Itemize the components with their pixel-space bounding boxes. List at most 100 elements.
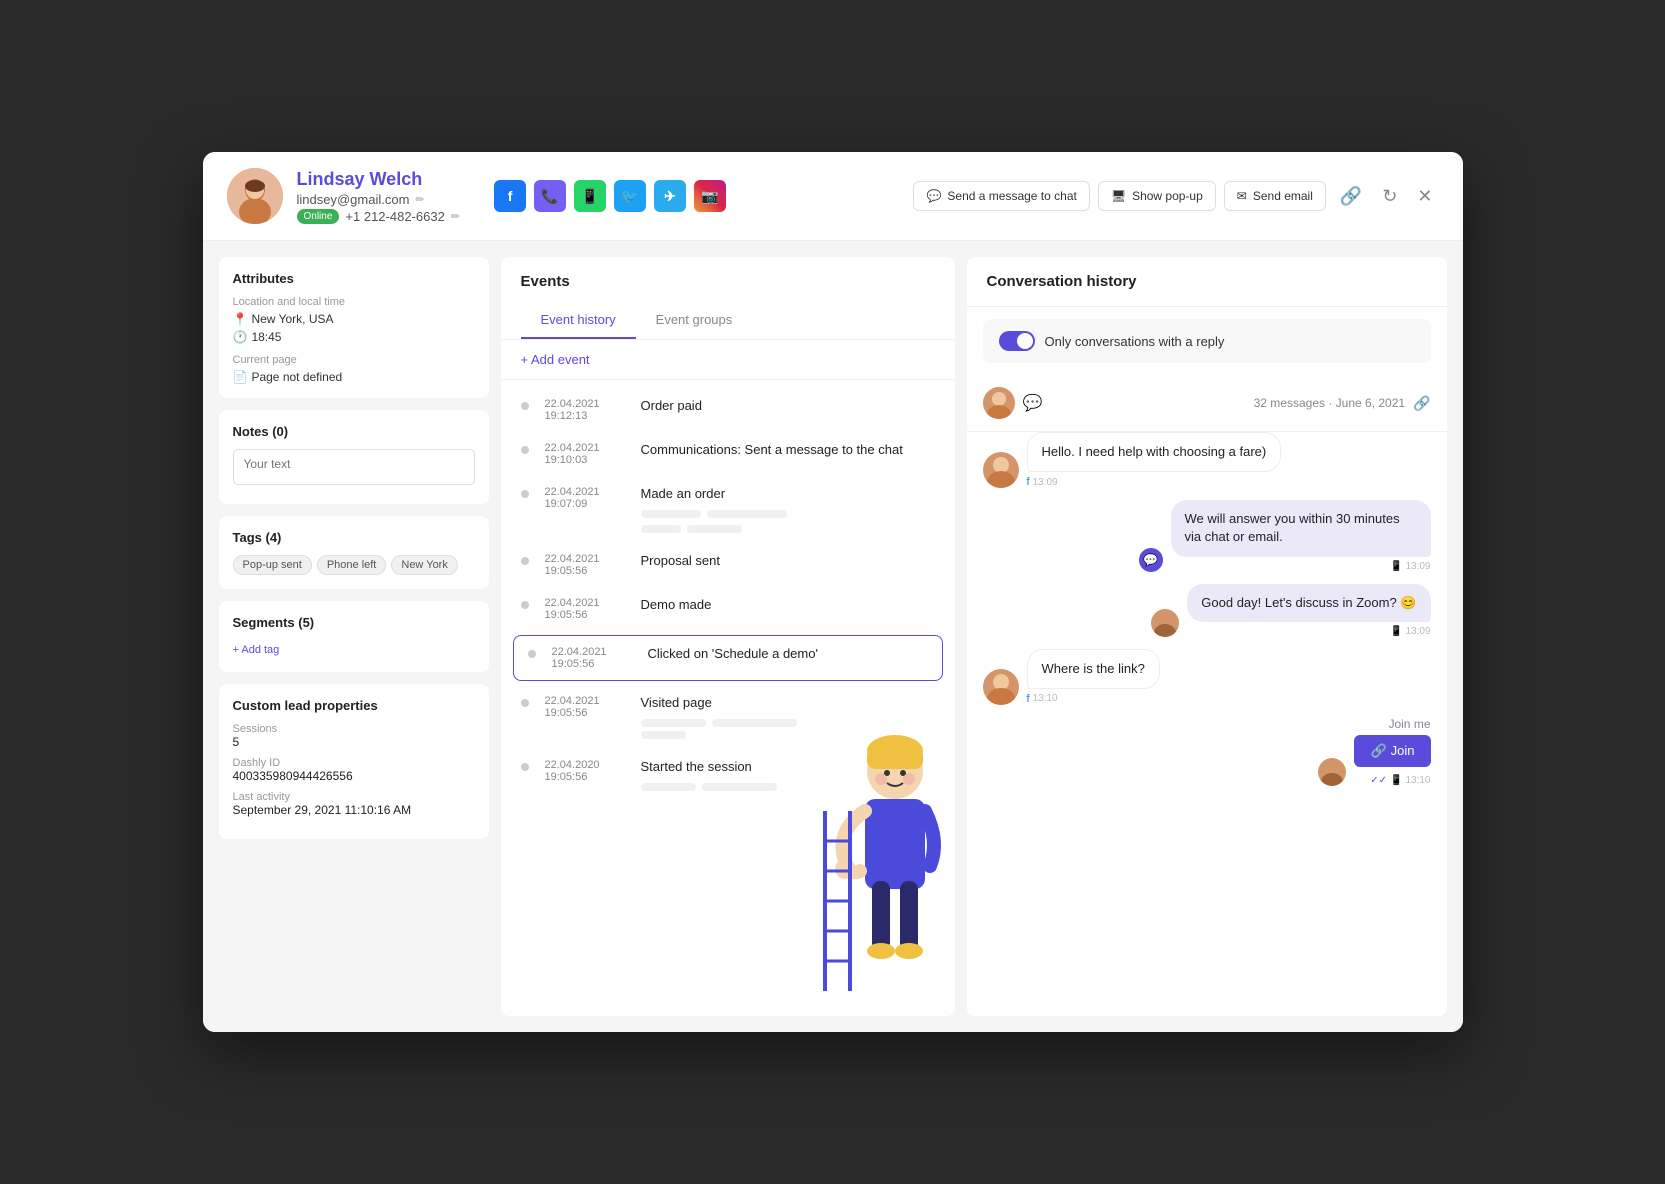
event-dot: [521, 699, 529, 707]
event-time: 22.04.202119:05:56: [545, 695, 625, 719]
prop-last-activity: Last activity September 29, 2021 11:10:1…: [233, 791, 475, 817]
events-header: Events Event history Event groups: [501, 257, 955, 340]
conv-link-icon[interactable]: 🔗: [1413, 395, 1430, 412]
join-button[interactable]: 🔗 Join: [1354, 735, 1430, 767]
social-icons: f 📞 📱 🐦 ✈ 📷: [494, 180, 726, 212]
event-row: 22.04.202119:05:56 Proposal sent: [501, 543, 955, 587]
skeleton: [641, 525, 681, 533]
msg-bubble-sent: We will answer you within 30 minutes via…: [1171, 500, 1431, 556]
header: Lindsay Welch lindsey@gmail.com ✏ Online…: [203, 152, 1463, 241]
add-tag-button[interactable]: + Add tag: [233, 644, 280, 656]
send-message-label: Send a message to chat: [947, 189, 1076, 203]
event-name: Clicked on 'Schedule a demo': [648, 646, 818, 661]
event-time: 22.04.202019:05:56: [545, 759, 625, 783]
send-message-button[interactable]: 💬 Send a message to chat: [913, 181, 1089, 211]
event-dot: [521, 601, 529, 609]
events-list: 22.04.202119:12:13 Order paid 22.04.2021…: [501, 380, 955, 1016]
chat-icon: 💬: [1023, 393, 1043, 413]
event-name: Started the session: [641, 759, 935, 774]
main-content: Attributes Location and local time 📍 New…: [203, 241, 1463, 1032]
channel-indicator: f: [1027, 476, 1030, 488]
sender-avatar-3: [983, 669, 1019, 705]
conv-item-header: 💬 32 messages · June 6, 2021 🔗: [967, 375, 1447, 432]
email-icon: ✉: [1237, 189, 1247, 203]
whatsapp-icon[interactable]: 📱: [574, 180, 606, 212]
tab-event-history[interactable]: Event history: [521, 302, 636, 339]
instagram-icon[interactable]: 📷: [694, 180, 726, 212]
clock-icon: 🕐: [233, 330, 248, 344]
event-row: 22.04.202119:07:09 Made an order: [501, 476, 955, 543]
notes-input[interactable]: [233, 449, 475, 485]
chat-bubble-icon: 💬: [926, 189, 941, 203]
tags-section: Tags (4) Pop-up sent Phone left New York: [219, 516, 489, 589]
user-info: Lindsay Welch lindsey@gmail.com ✏ Online…: [297, 169, 461, 224]
facebook-icon[interactable]: f: [494, 180, 526, 212]
telegram-icon[interactable]: ✈: [654, 180, 686, 212]
conv-avatar: [983, 387, 1015, 419]
custom-props-title: Custom lead properties: [233, 698, 475, 713]
event-dot: [521, 763, 529, 771]
email-text: lindsey@gmail.com: [297, 192, 410, 207]
tag-new-york[interactable]: New York: [391, 555, 457, 575]
notes-section: Notes (0): [219, 410, 489, 504]
event-row: 22.04.202119:05:56 Demo made: [501, 587, 955, 631]
event-name: Demo made: [641, 597, 712, 612]
app-window: Lindsay Welch lindsey@gmail.com ✏ Online…: [203, 152, 1463, 1032]
event-dot: [521, 446, 529, 454]
location-text: New York, USA: [251, 312, 333, 326]
conv-meta: 32 messages · June 6, 2021: [1050, 396, 1405, 410]
sender-avatar-4: [1318, 758, 1346, 786]
online-badge: Online: [297, 209, 340, 224]
time-text: 18:45: [251, 330, 281, 344]
show-popup-button[interactable]: 🖥 Show pop-up: [1098, 181, 1216, 211]
phone-icon: 📱: [1390, 561, 1402, 572]
header-left: Lindsay Welch lindsey@gmail.com ✏ Online…: [227, 168, 727, 224]
event-name: Made an order: [641, 486, 935, 501]
tag-popup-sent[interactable]: Pop-up sent: [233, 555, 312, 575]
header-actions: 💬 Send a message to chat 🖥 Show pop-up ✉…: [913, 180, 1438, 213]
sidebar: Attributes Location and local time 📍 New…: [219, 257, 489, 1016]
msg-bubble-sent-2: Good day! Let's discuss in Zoom? 😊: [1187, 584, 1430, 622]
sender-avatar-2: [1151, 609, 1179, 637]
location-label: Location and local time: [233, 296, 475, 308]
status-row: Online +1 212-482-6632 ✏: [297, 209, 461, 224]
event-row-highlighted[interactable]: 22.04.202119:05:56 Clicked on 'Schedule …: [513, 635, 943, 681]
tag-phone-left[interactable]: Phone left: [317, 555, 387, 575]
refresh-icon-button[interactable]: ↻: [1376, 180, 1403, 213]
conv-header: Conversation history: [967, 257, 1447, 307]
msg-time: 📱 13:09: [1171, 561, 1431, 572]
event-row: 22.04.202119:12:13 Order paid: [501, 388, 955, 432]
phone-text: +1 212-482-6632: [345, 209, 444, 224]
event-time: 22.04.202119:05:56: [545, 553, 625, 577]
skeleton: [702, 783, 777, 791]
msg-row-received-2: Where is the link? f 13:10: [983, 649, 1431, 705]
skeleton: [641, 783, 696, 791]
notes-title: Notes (0): [233, 424, 475, 439]
join-container: Join me 🔗 Join ✓✓ 📱 13:10: [1354, 717, 1430, 786]
time-value: 🕐 18:45: [233, 330, 475, 344]
filter-label: Only conversations with a reply: [1045, 334, 1225, 349]
prop-dashly-id: Dashly ID 400335980944426556: [233, 757, 475, 783]
channel-indicator: f: [1027, 693, 1030, 705]
edit-email-icon[interactable]: ✏: [415, 193, 424, 206]
edit-phone-icon[interactable]: ✏: [451, 210, 460, 223]
popup-icon: 🖥: [1111, 189, 1126, 203]
event-dot: [521, 490, 529, 498]
filter-toggle[interactable]: [999, 331, 1035, 351]
close-icon-button[interactable]: ✕: [1411, 180, 1438, 213]
tags-title: Tags (4): [233, 530, 475, 545]
tab-event-groups[interactable]: Event groups: [636, 302, 753, 339]
send-email-button[interactable]: ✉ Send email: [1224, 181, 1326, 211]
add-event-button[interactable]: + Add event: [521, 352, 590, 367]
skeleton: [641, 731, 686, 739]
event-name: Visited page: [641, 695, 935, 710]
attributes-title: Attributes: [233, 271, 475, 286]
twitter-icon[interactable]: 🐦: [614, 180, 646, 212]
event-time: 22.04.202119:10:03: [545, 442, 625, 466]
viber-icon[interactable]: 📞: [534, 180, 566, 212]
event-name: Communications: Sent a message to the ch…: [641, 442, 903, 457]
msg-time: 📱 13:09: [1187, 626, 1430, 637]
tags-container: Pop-up sent Phone left New York: [233, 555, 475, 575]
link-icon-button[interactable]: 🔗: [1334, 180, 1368, 213]
event-row: 22.04.202119:05:56 Visited page: [501, 685, 955, 749]
